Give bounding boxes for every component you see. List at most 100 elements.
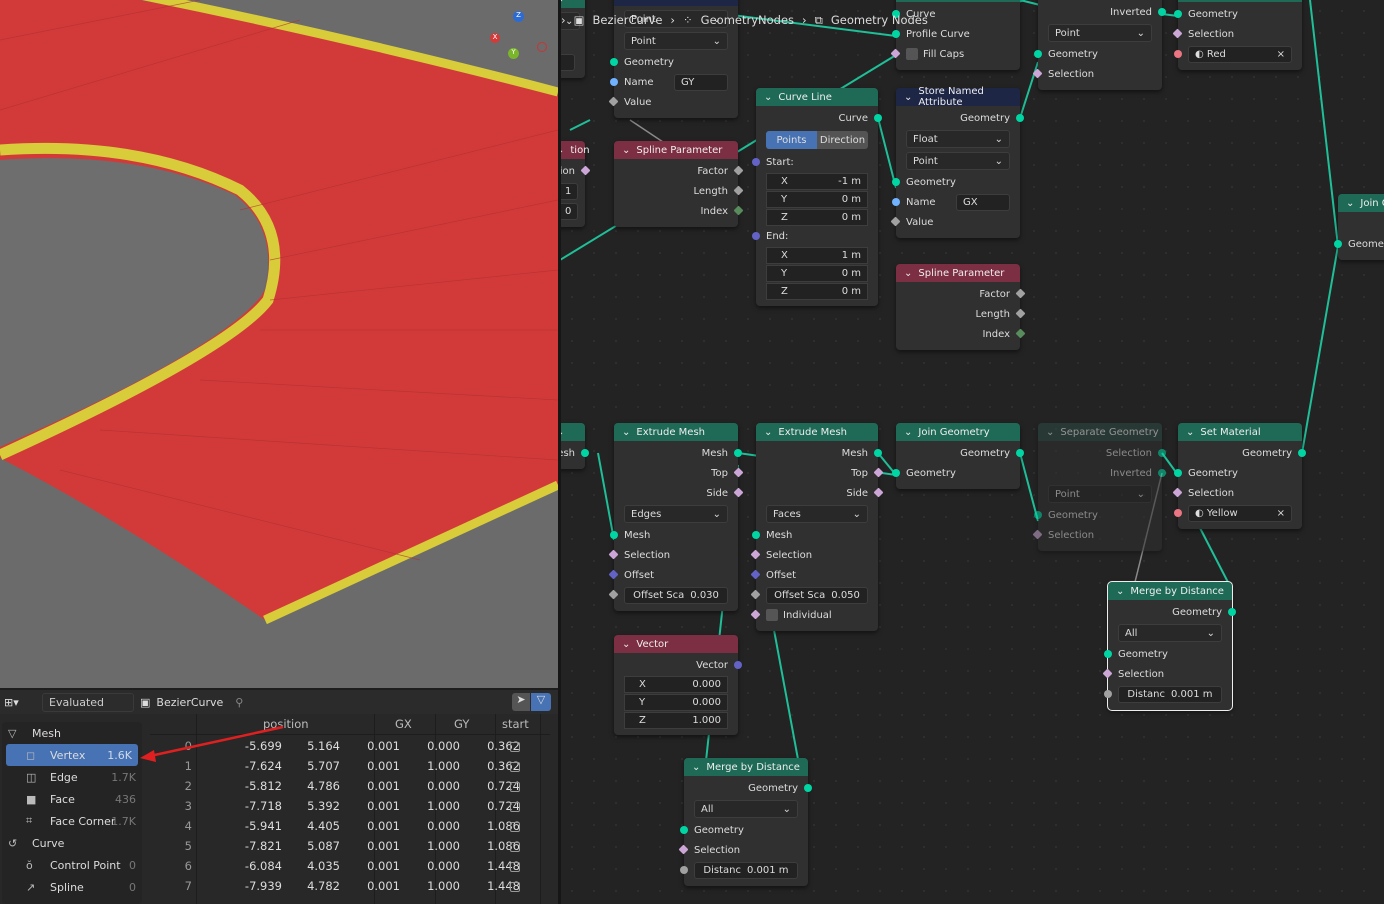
node-merge-by-distance[interactable]: ⌄ Merge by Distance Geometry All ⌄ Geometry Se… <box>678 758 812 886</box>
start-checkbox[interactable] <box>510 862 520 872</box>
component-field[interactable]: X 0.000 <box>624 675 728 693</box>
component-field[interactable]: Z 0 m <box>766 282 868 300</box>
node-header[interactable]: ⌄ Extrude Mesh <box>756 423 878 441</box>
geo-socket[interactable] <box>1158 469 1166 477</box>
node-header[interactable]: ⌄ Store Named Attribute <box>896 86 1020 108</box>
node-editor[interactable]: ⌄ ⌄ ⌄ Point ⌄ Point ⌄ Geometry Name GY Value ⌄ tion e… <box>561 0 1384 904</box>
gizmo-y[interactable]: Y <box>508 48 519 59</box>
dropdown[interactable]: Point ⌄ <box>1048 485 1152 503</box>
chevron-down-icon[interactable]: ⌄ <box>622 145 630 156</box>
material-unlink-icon[interactable]: × <box>1277 508 1285 519</box>
chevron-down-icon[interactable]: ⌄ <box>622 0 630 3</box>
node-header[interactable]: ⌄ Join Geometry <box>896 423 1020 441</box>
name-field[interactable]: GX <box>956 193 1010 211</box>
domain-mesh[interactable]: ▽ Mesh <box>2 722 142 744</box>
node-tion[interactable]: ⌄ tion ection 1 0 <box>561 141 591 227</box>
geo-socket[interactable] <box>610 58 618 66</box>
geo-socket[interactable] <box>892 30 900 38</box>
component-field[interactable]: Z 0 m <box>766 208 868 226</box>
vector-component-field[interactable]: Z 1.000 <box>614 711 738 729</box>
node-spline-parameter[interactable]: ⌄ Spline Parameter Factor Length Index <box>614 141 744 227</box>
chevron-down-icon[interactable]: ⌄ <box>561 427 564 438</box>
column-header-GY[interactable]: GY <box>454 717 469 731</box>
checkbox[interactable] <box>906 48 918 60</box>
chevron-down-icon[interactable]: ⌄ <box>764 92 772 103</box>
chevron-down-icon[interactable]: ⌄ <box>622 427 630 438</box>
geo-socket[interactable] <box>1334 240 1342 248</box>
geo-socket[interactable] <box>1228 608 1236 616</box>
mat-socket[interactable] <box>1174 50 1182 58</box>
domain-spline[interactable]: ↗ Spline 0 <box>2 876 142 898</box>
geo-socket[interactable] <box>680 826 688 834</box>
mode-points[interactable]: Points <box>766 131 817 149</box>
node-store-named-attribute[interactable]: ⌄ Store Named Attribute Geometry Float ⌄ Poin… <box>890 86 1024 238</box>
node-sm1[interactable]: ⌄GeometrySelection◐ Red× <box>1172 0 1302 70</box>
gizmo-x[interactable]: X <box>490 33 500 43</box>
vec-socket[interactable] <box>752 158 760 166</box>
vec-socket[interactable] <box>734 661 742 669</box>
vector-component-field[interactable]: X -1 m <box>756 172 878 190</box>
gizmo-z[interactable]: Z <box>513 11 524 22</box>
material-field[interactable]: ◐ Red × <box>1188 45 1292 63</box>
domain-face-corner[interactable]: ⌗ Face Corner 1.7K <box>2 810 142 832</box>
name-field[interactable]: GY <box>674 73 728 91</box>
dropdown[interactable]: Float ⌄ <box>906 130 1010 148</box>
floatc-socket[interactable] <box>680 866 688 874</box>
geo-socket[interactable] <box>1174 10 1182 18</box>
domain-edge[interactable]: ◫ Edge 1.7K <box>2 766 142 788</box>
chevron-down-icon[interactable]: ⌄ <box>1346 198 1354 209</box>
mat-socket[interactable] <box>1174 509 1182 517</box>
node-header[interactable]: ⌄ tion <box>561 141 590 159</box>
node-merge-by-distance[interactable]: ⌄ Merge by Distance Geometry All ⌄ Geometry Se… <box>1102 581 1236 711</box>
geo-socket[interactable] <box>874 449 882 457</box>
component-field[interactable]: Y 0.000 <box>624 693 728 711</box>
node-header[interactable]: ⌄ Spline Parameter <box>896 264 1020 282</box>
breadcrumb-node-tree[interactable]: Geometry Nodes <box>831 13 928 27</box>
node-vector[interactable]: ⌄ Vector Vector X 0.000 Y 0.000 Z 1.000 <box>614 635 742 735</box>
vector-component-field[interactable]: Y 0 m <box>756 190 878 208</box>
start-checkbox[interactable] <box>510 762 520 772</box>
dropdown[interactable]: All ⌄ <box>1118 624 1222 642</box>
vector-component-field[interactable]: Y 0 m <box>756 264 878 282</box>
value-field[interactable]: 1 <box>561 182 579 200</box>
geo-socket[interactable] <box>1034 511 1042 519</box>
component-field[interactable]: Y 0 m <box>766 264 868 282</box>
geo-socket[interactable] <box>1016 449 1024 457</box>
chevron-down-icon[interactable]: ⌄ <box>622 639 630 650</box>
value-field[interactable] <box>561 53 575 71</box>
chevron-down-icon[interactable]: ⌄ <box>904 92 912 103</box>
mode-direction[interactable]: Direction <box>817 131 868 149</box>
vector-component-field[interactable]: Z 0 m <box>756 282 878 300</box>
domain-control-point[interactable]: ŏ Control Point 0 <box>2 854 142 876</box>
geo-socket[interactable] <box>874 114 882 122</box>
chevron-down-icon[interactable]: ⌄ <box>692 762 700 773</box>
component-field[interactable]: X -1 m <box>766 172 868 190</box>
chevron-down-icon[interactable]: ⌄ <box>561 145 564 156</box>
chevron-down-icon[interactable]: ⌄ <box>1186 427 1194 438</box>
number-field[interactable]: Distanc 0.001 m <box>1118 685 1222 703</box>
navigation-gizmo[interactable]: Z X Y <box>488 8 552 68</box>
value-field[interactable]: 0 <box>561 202 579 220</box>
chevron-down-icon[interactable]: ⌄ <box>1116 586 1124 597</box>
chevron-down-icon[interactable]: ⌄ <box>904 427 912 438</box>
geo-socket[interactable] <box>734 449 742 457</box>
chevron-down-icon[interactable]: ⌄ <box>764 427 772 438</box>
filter-icon[interactable]: ▽ <box>531 693 551 711</box>
node-header[interactable]: ⌄ Curve Line <box>756 88 878 106</box>
start-checkbox[interactable] <box>510 822 520 832</box>
material-unlink-icon[interactable]: × <box>1277 49 1285 60</box>
column-header-GX[interactable]: GX <box>395 717 412 731</box>
start-checkbox[interactable] <box>510 782 520 792</box>
node-header[interactable]: ⌄ Extrude Mesh <box>614 423 738 441</box>
vec-socket[interactable] <box>752 232 760 240</box>
3d-viewport[interactable]: Z X Y <box>0 0 558 688</box>
node-header[interactable]: ⌄ Join G <box>1338 194 1384 212</box>
node-header[interactable]: ⌄ Merge by Distance <box>1108 582 1232 600</box>
vector-component-field[interactable]: X 1 m <box>756 246 878 264</box>
node-separate-geometry[interactable]: ⌄ Separate Geometry Selection Inverted Point… <box>1032 423 1166 551</box>
pin-icon[interactable]: ⚲ <box>235 696 243 709</box>
geo-socket[interactable] <box>1158 449 1166 457</box>
number-field[interactable]: Offset Sca 0.050 <box>766 586 868 604</box>
str-socket[interactable] <box>610 78 618 86</box>
dropdown[interactable]: Faces ⌄ <box>766 505 868 523</box>
